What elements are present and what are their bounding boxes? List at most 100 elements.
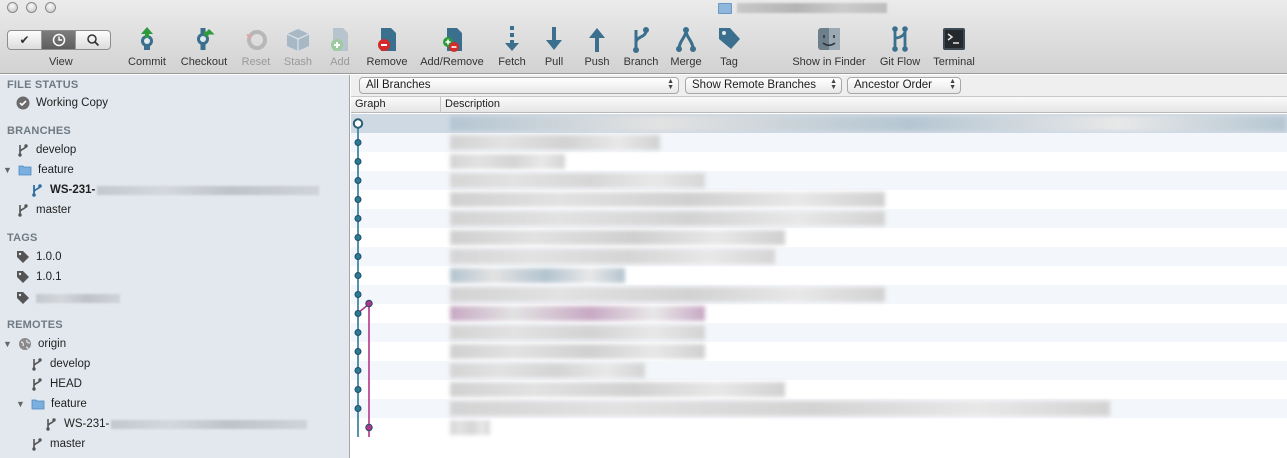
commit-node[interactable] <box>354 310 362 317</box>
graph-column-header[interactable]: Graph <box>355 98 386 110</box>
commit-node[interactable] <box>365 423 373 432</box>
close-window-button[interactable] <box>7 2 18 13</box>
remotes-header: REMOTES <box>7 319 63 331</box>
pull-button[interactable]: Pull <box>539 24 569 68</box>
terminal-button[interactable]: Terminal <box>930 24 978 68</box>
redacted-branch-name <box>97 185 320 195</box>
sidebar-item-develop[interactable]: develop <box>16 141 76 159</box>
order-select[interactable]: Ancestor Order ▲ ▼ <box>847 77 961 94</box>
commit-button[interactable]: Commit <box>126 24 168 68</box>
fetch-icon <box>505 26 519 51</box>
chevron-updown-icon: ▲ ▼ <box>667 78 674 91</box>
commit-row[interactable] <box>351 266 1287 285</box>
branch-icon <box>32 184 42 197</box>
commit-row[interactable] <box>351 380 1287 399</box>
sidebar-remote-origin[interactable]: ▼ origin <box>3 335 66 353</box>
zoom-window-button[interactable] <box>45 2 56 13</box>
disclosure-triangle-icon[interactable]: ▼ <box>3 339 12 349</box>
commit-row[interactable] <box>351 171 1287 190</box>
fetch-button[interactable]: Fetch <box>496 24 528 68</box>
chevron-updown-icon: ▲ ▼ <box>949 78 956 91</box>
commit-row[interactable] <box>351 152 1287 171</box>
git-flow-button[interactable]: Git Flow <box>877 24 923 68</box>
tag-icon <box>17 251 29 263</box>
sidebar-item-tag-1-0-1[interactable]: 1.0.1 <box>16 268 62 286</box>
commit-row[interactable] <box>351 418 1287 437</box>
add-button[interactable]: Add <box>325 24 355 68</box>
commit-row[interactable] <box>351 399 1287 418</box>
sidebar-folder-feature[interactable]: ▼ feature <box>3 161 74 179</box>
stash-button[interactable]: Stash <box>283 24 313 68</box>
commit-row[interactable] <box>351 247 1287 266</box>
sidebar-item-master[interactable]: master <box>16 201 71 219</box>
reset-button[interactable]: Reset <box>240 24 272 68</box>
commit-row[interactable] <box>351 361 1287 380</box>
commit-row[interactable] <box>351 323 1287 342</box>
toolbar: ✔ View Commit Checkout Reset Stash Add R… <box>0 0 1287 74</box>
sidebar-item-feature-branch[interactable]: WS-231- <box>30 181 320 199</box>
column-divider[interactable] <box>440 97 441 113</box>
commit-row[interactable] <box>351 304 1287 323</box>
minimize-window-button[interactable] <box>26 2 37 13</box>
branch-button[interactable]: Branch <box>621 24 661 68</box>
checkout-button[interactable]: Checkout <box>179 24 229 68</box>
sidebar-remote-develop[interactable]: develop <box>30 355 90 373</box>
merge-button[interactable]: Merge <box>667 24 705 68</box>
branches-filter-select[interactable]: All Branches ▲ ▼ <box>359 77 679 94</box>
commit-node[interactable] <box>354 386 362 393</box>
show-in-finder-button[interactable]: Show in Finder <box>787 24 871 68</box>
disclosure-triangle-icon[interactable]: ▼ <box>16 399 25 409</box>
tag-button[interactable]: Tag <box>715 24 743 68</box>
commit-node[interactable] <box>354 234 362 241</box>
search-icon[interactable] <box>76 31 110 49</box>
remote-branches-select[interactable]: Show Remote Branches ▲ ▼ <box>685 77 842 94</box>
pull-icon <box>546 27 562 50</box>
commit-node[interactable] <box>354 215 362 222</box>
commit-row[interactable] <box>351 114 1287 133</box>
commit-node[interactable] <box>354 348 362 355</box>
file-status-header: FILE STATUS <box>7 79 79 91</box>
commit-row[interactable] <box>351 190 1287 209</box>
commit-icon <box>141 27 153 50</box>
sidebar-remote-folder-feature[interactable]: ▼ feature <box>16 395 87 413</box>
view-segmented-control[interactable]: ✔ <box>7 30 111 50</box>
chevron-updown-icon: ▲ ▼ <box>830 78 837 91</box>
commit-node[interactable] <box>352 118 364 129</box>
commit-node[interactable] <box>354 196 362 203</box>
commit-node[interactable] <box>354 253 362 260</box>
commit-node[interactable] <box>354 405 362 412</box>
sidebar-remote-master[interactable]: master <box>30 435 85 453</box>
commit-list-header: Graph Description <box>351 97 1287 113</box>
commit-node[interactable] <box>354 177 362 184</box>
redacted-branch-name <box>111 419 308 429</box>
remove-button[interactable]: Remove <box>364 24 410 68</box>
description-column-header[interactable]: Description <box>445 98 500 110</box>
push-button[interactable]: Push <box>581 24 613 68</box>
commit-node[interactable] <box>354 139 362 146</box>
commit-row[interactable] <box>351 342 1287 361</box>
commit-node[interactable] <box>354 367 362 374</box>
commit-node[interactable] <box>354 291 362 298</box>
window-title <box>718 1 887 15</box>
commit-row[interactable] <box>351 209 1287 228</box>
redacted-commit-description <box>450 287 885 302</box>
commit-row[interactable] <box>351 285 1287 304</box>
branch-icon <box>18 204 28 217</box>
commit-node[interactable] <box>354 329 362 336</box>
sidebar-item-tag-redacted[interactable] <box>16 289 120 307</box>
commit-row[interactable] <box>351 133 1287 152</box>
sidebar-remote-head[interactable]: HEAD <box>30 375 82 393</box>
disclosure-triangle-icon[interactable]: ▼ <box>3 165 12 175</box>
clock-icon[interactable] <box>42 31 76 49</box>
commit-node[interactable] <box>354 272 362 279</box>
tag-icon <box>719 28 740 49</box>
remove-icon <box>378 28 396 51</box>
sidebar-remote-feature-branch[interactable]: WS-231- <box>44 415 308 433</box>
commit-node[interactable] <box>365 299 373 308</box>
sidebar-item-tag-1-0-0[interactable]: 1.0.0 <box>16 248 62 266</box>
check-icon[interactable]: ✔ <box>8 31 42 49</box>
add-remove-button[interactable]: Add/Remove <box>417 24 487 68</box>
commit-node[interactable] <box>354 158 362 165</box>
sidebar-item-working-copy[interactable]: Working Copy <box>16 94 108 112</box>
commit-row[interactable] <box>351 228 1287 247</box>
